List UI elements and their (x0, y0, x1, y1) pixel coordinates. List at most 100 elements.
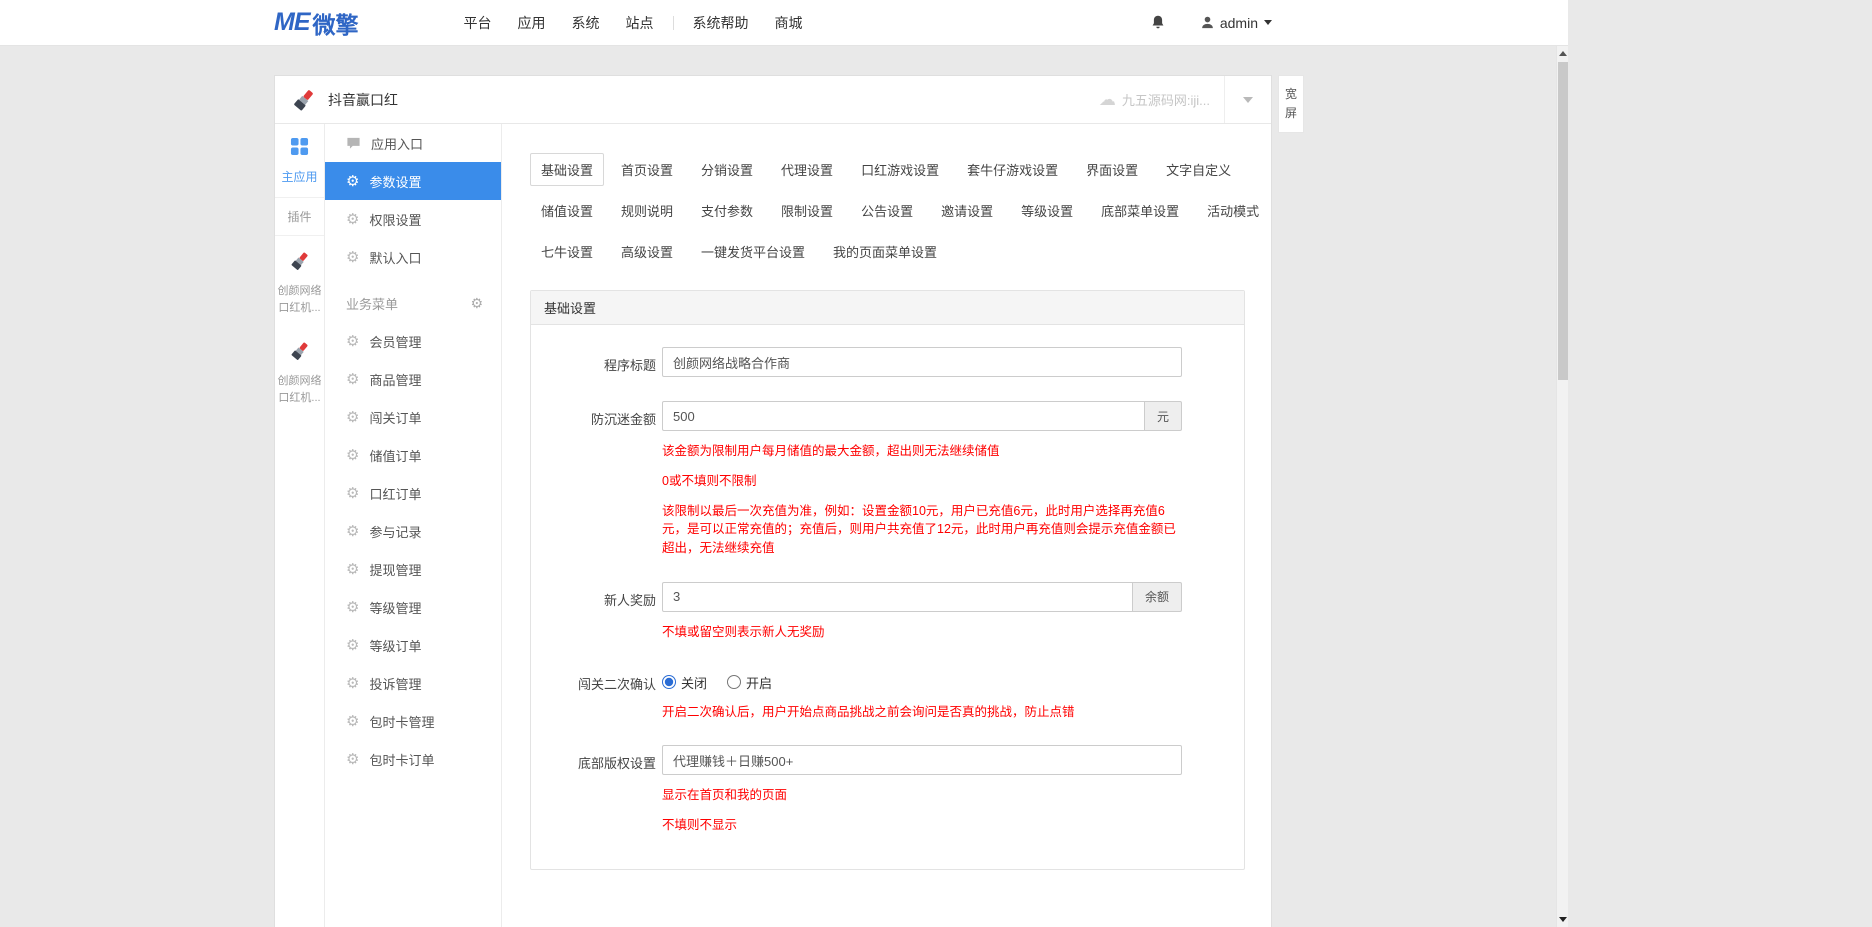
menu-item-label: 等级管理 (369, 598, 421, 617)
second-confirm-radio-on[interactable] (727, 675, 741, 689)
tab-rules[interactable]: 规则说明 (610, 194, 684, 227)
form-row-copyright: 底部版权设置 显示在首页和我的页面 不填则不显示 (531, 745, 1224, 835)
tab-announcement[interactable]: 公告设置 (850, 194, 924, 227)
menu-item-withdrawal[interactable]: ⚙ 提现管理 (325, 550, 501, 588)
gear-icon: ⚙ (346, 562, 359, 577)
tab-cowboy-game[interactable]: 套牛仔游戏设置 (956, 153, 1069, 186)
business-menu-title: 业务菜单 (346, 294, 398, 313)
scrollbar-down-arrow-icon[interactable] (1559, 917, 1567, 922)
menu-item-label: 商品管理 (369, 370, 421, 389)
gear-icon: ⚙ (346, 410, 359, 425)
panel-collapse-button[interactable] (1225, 76, 1271, 123)
menu-item-label: 参数设置 (369, 172, 421, 191)
second-confirm-radio-off[interactable] (662, 675, 676, 689)
menu-item-level-orders[interactable]: ⚙ 等级订单 (325, 626, 501, 664)
menu-item-label: 包时卡管理 (369, 712, 434, 731)
nav-apps[interactable]: 应用 (505, 13, 559, 33)
tab-qiniu[interactable]: 七牛设置 (530, 235, 604, 268)
program-title-input[interactable] (662, 347, 1182, 377)
notifications-bell-icon[interactable] (1150, 14, 1166, 31)
caret-down-icon (1264, 20, 1272, 25)
settings-tabs-row-2: 储值设置 规则说明 支付参数 限制设置 公告设置 邀请设置 等级设置 底部菜单设… (530, 194, 1245, 227)
app-panel: 抖音赢口红 ☁ 九五源码网:iji... (274, 75, 1272, 927)
menu-item-participation-records[interactable]: ⚙ 参与记录 (325, 512, 501, 550)
second-confirm-option-on[interactable]: 开启 (727, 673, 772, 692)
panel-header: 抖音赢口红 ☁ 九五源码网:iji... (275, 76, 1271, 124)
scrollbar-thumb[interactable] (1558, 62, 1568, 380)
tab-my-page-menu[interactable]: 我的页面菜单设置 (822, 235, 948, 268)
tab-advanced[interactable]: 高级设置 (610, 235, 684, 268)
menu-item-members[interactable]: ⚙ 会员管理 (325, 322, 501, 360)
copyright-note-1: 显示在首页和我的页面 (662, 786, 1182, 805)
anti-addiction-input[interactable] (662, 401, 1145, 431)
tab-homepage[interactable]: 首页设置 (610, 153, 684, 186)
user-menu[interactable]: admin (1200, 15, 1272, 31)
menu-item-label: 会员管理 (369, 332, 421, 351)
plugin-item-lipstick-2[interactable]: 创颜网络口红机... (275, 326, 324, 416)
gear-icon: ⚙ (346, 752, 359, 767)
plugin-item-lipstick-1[interactable]: 创颜网络口红机... (275, 236, 324, 326)
menu-item-lipstick-orders[interactable]: ⚙ 口红订单 (325, 474, 501, 512)
menu-item-challenge-orders[interactable]: ⚙ 闯关订单 (325, 398, 501, 436)
tab-invite[interactable]: 邀请设置 (930, 194, 1004, 227)
menu-item-label: 权限设置 (369, 210, 421, 229)
tab-text-custom[interactable]: 文字自定义 (1155, 153, 1242, 186)
plugins-label: 插件 (275, 198, 324, 236)
tab-shipping-platform[interactable]: 一键发货平台设置 (690, 235, 816, 268)
plugin-name: 创颜网络口红机... (277, 373, 322, 406)
second-confirm-label: 闯关二次确认 (531, 666, 656, 722)
gear-icon: ⚙ (346, 372, 359, 387)
plugin-lipstick-icon (288, 339, 312, 363)
basic-settings-section: 基础设置 程序标题 防沉迷金额 (530, 290, 1245, 870)
copyright-note-2: 不填则不显示 (662, 816, 1182, 835)
newcomer-reward-label: 新人奖励 (531, 582, 656, 642)
menu-item-label: 参与记录 (369, 522, 421, 541)
nav-store[interactable]: 商城 (762, 13, 816, 33)
menu-item-timecard-orders[interactable]: ⚙ 包时卡订单 (325, 740, 501, 778)
menu-item-recharge-orders[interactable]: ⚙ 储值订单 (325, 436, 501, 474)
nav-help[interactable]: 系统帮助 (680, 13, 762, 33)
weengine-logo[interactable]: ME 微擎 (274, 6, 359, 40)
tab-recharge[interactable]: 储值设置 (530, 194, 604, 227)
menu-item-default-entry[interactable]: ⚙ 默认入口 (325, 238, 501, 276)
menu-item-label: 提现管理 (369, 560, 421, 579)
second-confirm-option-off[interactable]: 关闭 (662, 673, 707, 692)
menu-item-complaints[interactable]: ⚙ 投诉管理 (325, 664, 501, 702)
tab-limits[interactable]: 限制设置 (770, 194, 844, 227)
menu-item-timecard-management[interactable]: ⚙ 包时卡管理 (325, 702, 501, 740)
tab-agent[interactable]: 代理设置 (770, 153, 844, 186)
app-title: 抖音赢口红 (328, 90, 398, 110)
tab-interface[interactable]: 界面设置 (1075, 153, 1149, 186)
nav-system[interactable]: 系统 (559, 13, 613, 33)
browser-window: ME 微擎 平台 应用 系统 站点 系统帮助 商城 admin (0, 0, 1568, 927)
menu-item-label: 等级订单 (369, 636, 421, 655)
scrollbar-up-arrow-icon[interactable] (1559, 51, 1567, 56)
gear-icon: ⚙ (346, 714, 359, 729)
menu-item-level-management[interactable]: ⚙ 等级管理 (325, 588, 501, 626)
tab-lipstick-game[interactable]: 口红游戏设置 (850, 153, 950, 186)
menu-item-permission-settings[interactable]: ⚙ 权限设置 (325, 200, 501, 238)
newcomer-reward-input[interactable] (662, 582, 1133, 612)
navbar-right: admin (1150, 14, 1272, 31)
tab-bottom-menu[interactable]: 底部菜单设置 (1090, 194, 1190, 227)
business-menu-settings-icon[interactable]: ⚙ (470, 295, 483, 312)
vertical-scrollbar[interactable] (1556, 46, 1568, 927)
menu-item-goods[interactable]: ⚙ 商品管理 (325, 360, 501, 398)
gear-icon: ⚙ (346, 334, 359, 349)
copyright-input[interactable] (662, 745, 1182, 775)
menu-item-parameter-settings[interactable]: ⚙ 参数设置 (325, 162, 501, 200)
tab-basic[interactable]: 基础设置 (530, 153, 604, 186)
widescreen-toggle[interactable]: 宽屏 (1278, 75, 1304, 133)
nav-platform[interactable]: 平台 (451, 13, 505, 33)
tab-distribution[interactable]: 分销设置 (690, 153, 764, 186)
form-row-second-confirm: 闯关二次确认 关闭 (531, 666, 1224, 722)
newcomer-reward-note: 不填或留空则表示新人无奖励 (662, 623, 1182, 642)
business-menu-section: 业务菜单 ⚙ (325, 284, 501, 322)
main-nav: 平台 应用 系统 站点 系统帮助 商城 (451, 13, 816, 33)
tab-activity-mode[interactable]: 活动模式 (1196, 194, 1270, 227)
menu-item-app-entry[interactable]: 应用入口 (325, 124, 501, 162)
tab-payment[interactable]: 支付参数 (690, 194, 764, 227)
nav-sites[interactable]: 站点 (613, 13, 667, 33)
main-app-button[interactable]: 主应用 (275, 124, 324, 198)
tab-level[interactable]: 等级设置 (1010, 194, 1084, 227)
